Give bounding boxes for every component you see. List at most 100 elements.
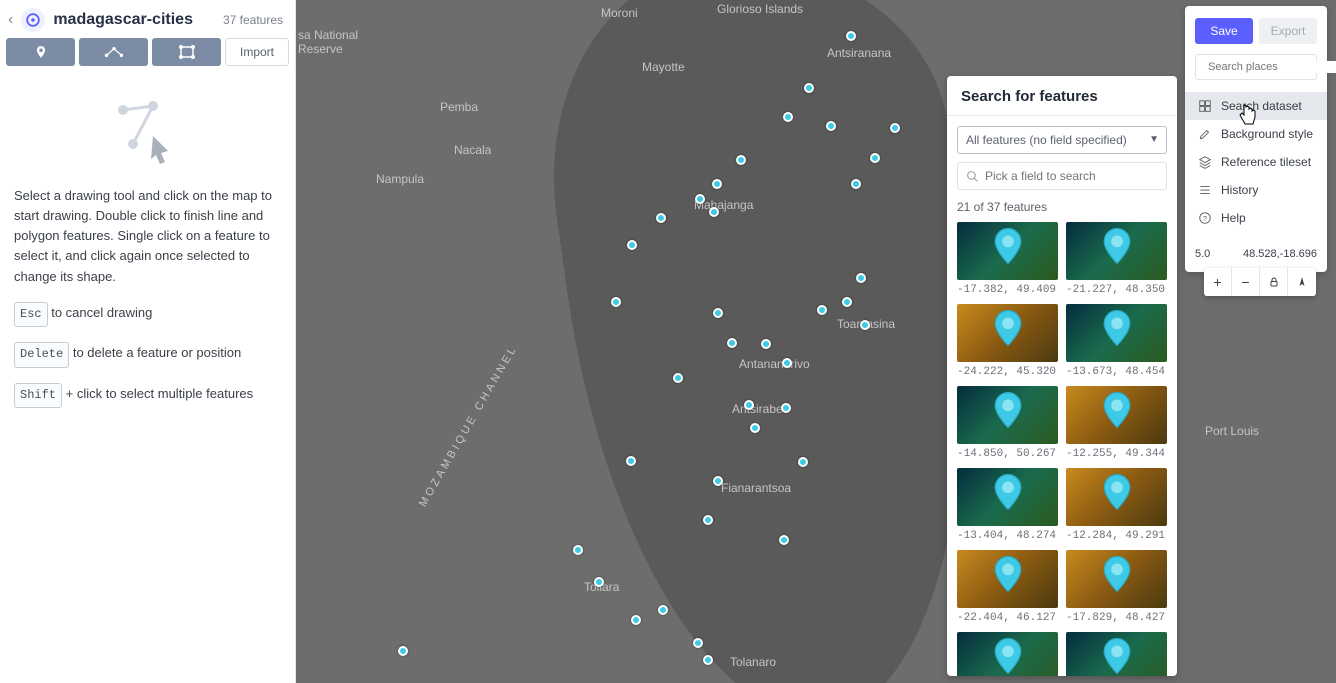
map-point[interactable]	[703, 515, 713, 525]
map-point[interactable]	[627, 240, 637, 250]
field-search-input[interactable]	[985, 169, 1158, 183]
map-point[interactable]	[781, 403, 791, 413]
feature-card[interactable]: -21.227, 48.350	[1066, 222, 1167, 296]
map-point[interactable]	[713, 476, 723, 486]
zoom-in-button[interactable]: +	[1204, 268, 1232, 296]
back-button[interactable]: ‹	[8, 11, 13, 29]
map-point[interactable]	[798, 457, 808, 467]
feature-caption: -21.227, 48.350	[1066, 284, 1167, 296]
map-point[interactable]	[736, 155, 746, 165]
feature-thumbnail[interactable]	[957, 632, 1058, 676]
menu-search-dataset[interactable]: Search dataset	[1185, 92, 1327, 120]
map-point[interactable]	[856, 273, 866, 283]
map-point[interactable]	[398, 646, 408, 656]
map-point[interactable]	[890, 123, 900, 133]
point-tool[interactable]	[6, 38, 75, 66]
map-point[interactable]	[870, 153, 880, 163]
places-search-input[interactable]	[1208, 61, 1336, 73]
feature-card[interactable]: -17.382, 49.409	[957, 222, 1058, 296]
map-point[interactable]	[860, 320, 870, 330]
feature-card[interactable]: -24.222, 45.320	[957, 304, 1058, 378]
feature-field-select[interactable]: All features (no field specified)	[957, 126, 1167, 154]
map-point[interactable]	[817, 305, 827, 315]
map-point[interactable]	[658, 605, 668, 615]
search-panel-title: Search for features	[947, 76, 1177, 116]
feature-card[interactable]: -17.829, 48.427	[1066, 550, 1167, 624]
map-point[interactable]	[826, 121, 836, 131]
map-label-mayotte: Mayotte	[642, 60, 685, 74]
feature-thumbnail[interactable]	[957, 386, 1058, 444]
feature-thumbnail[interactable]	[1066, 304, 1167, 362]
feature-caption: -17.829, 48.427	[1066, 612, 1167, 624]
pin-icon	[1103, 556, 1131, 592]
map-point[interactable]	[761, 339, 771, 349]
compass-button[interactable]	[1288, 268, 1316, 296]
menu-help[interactable]: ? Help	[1185, 204, 1327, 232]
feature-thumbnail[interactable]	[1066, 468, 1167, 526]
feature-card[interactable]: -13.404, 48.274	[957, 468, 1058, 542]
map-point[interactable]	[779, 535, 789, 545]
feature-card[interactable]: -12.284, 49.291	[1066, 468, 1167, 542]
feature-caption: -24.222, 45.320	[957, 366, 1058, 378]
menu-background-style[interactable]: Background style	[1185, 120, 1327, 148]
map-point[interactable]	[626, 456, 636, 466]
map-point[interactable]	[782, 358, 792, 368]
map-point[interactable]	[709, 207, 719, 217]
feature-card[interactable]: -12.255, 49.344	[1066, 386, 1167, 460]
map-point[interactable]	[846, 31, 856, 41]
map-canvas[interactable]: Moroni Glorioso Islands Mayotte Pemba Na…	[296, 0, 1336, 683]
polygon-tool[interactable]	[152, 38, 221, 66]
map-point[interactable]	[693, 638, 703, 648]
app-logo-icon	[21, 8, 45, 32]
feature-card[interactable]: -14.850, 50.267	[957, 386, 1058, 460]
map-point[interactable]	[573, 545, 583, 555]
map-point[interactable]	[703, 655, 713, 665]
feature-card[interactable]	[1066, 632, 1167, 676]
pin-icon	[1103, 474, 1131, 510]
pin-icon	[1103, 310, 1131, 346]
menu-history[interactable]: History	[1185, 176, 1327, 204]
drawing-toolbar: Import	[0, 38, 295, 76]
feature-card[interactable]: -22.404, 46.127	[957, 550, 1058, 624]
right-panel: Save Export Search dataset Background st…	[1185, 6, 1327, 272]
feature-thumbnail[interactable]	[1066, 222, 1167, 280]
feature-card[interactable]	[957, 632, 1058, 676]
map-point[interactable]	[631, 615, 641, 625]
pin-icon	[994, 228, 1022, 264]
import-button[interactable]: Import	[225, 38, 289, 66]
map-point[interactable]	[842, 297, 852, 307]
feature-thumbnail[interactable]	[957, 304, 1058, 362]
shift-key: Shift	[14, 383, 62, 409]
feature-card[interactable]: -13.673, 48.454	[1066, 304, 1167, 378]
map-point[interactable]	[750, 423, 760, 433]
map-point[interactable]	[804, 83, 814, 93]
menu-reference-tileset[interactable]: Reference tileset	[1185, 148, 1327, 176]
map-point[interactable]	[727, 338, 737, 348]
feature-thumbnail[interactable]	[1066, 632, 1167, 676]
lock-button[interactable]	[1260, 268, 1288, 296]
layers-icon	[1197, 154, 1213, 170]
map-label-moroni: Moroni	[601, 6, 638, 20]
map-point[interactable]	[611, 297, 621, 307]
map-point[interactable]	[695, 194, 705, 204]
feature-thumbnail[interactable]	[957, 468, 1058, 526]
feature-thumbnail[interactable]	[957, 222, 1058, 280]
map-point[interactable]	[712, 179, 722, 189]
line-tool[interactable]	[79, 38, 148, 66]
field-search-box[interactable]	[957, 162, 1167, 190]
feature-thumbnail[interactable]	[1066, 550, 1167, 608]
map-point[interactable]	[783, 112, 793, 122]
save-button[interactable]: Save	[1195, 18, 1253, 44]
map-point[interactable]	[594, 577, 604, 587]
map-point[interactable]	[851, 179, 861, 189]
help-icon: ?	[1197, 210, 1213, 226]
zoom-out-button[interactable]: −	[1232, 268, 1260, 296]
drawing-illustration-icon	[14, 96, 281, 166]
map-point[interactable]	[713, 308, 723, 318]
map-point[interactable]	[744, 400, 754, 410]
feature-thumbnail[interactable]	[957, 550, 1058, 608]
feature-thumbnail[interactable]	[1066, 386, 1167, 444]
map-point[interactable]	[656, 213, 666, 223]
places-search-box[interactable]	[1195, 54, 1317, 80]
map-point[interactable]	[673, 373, 683, 383]
